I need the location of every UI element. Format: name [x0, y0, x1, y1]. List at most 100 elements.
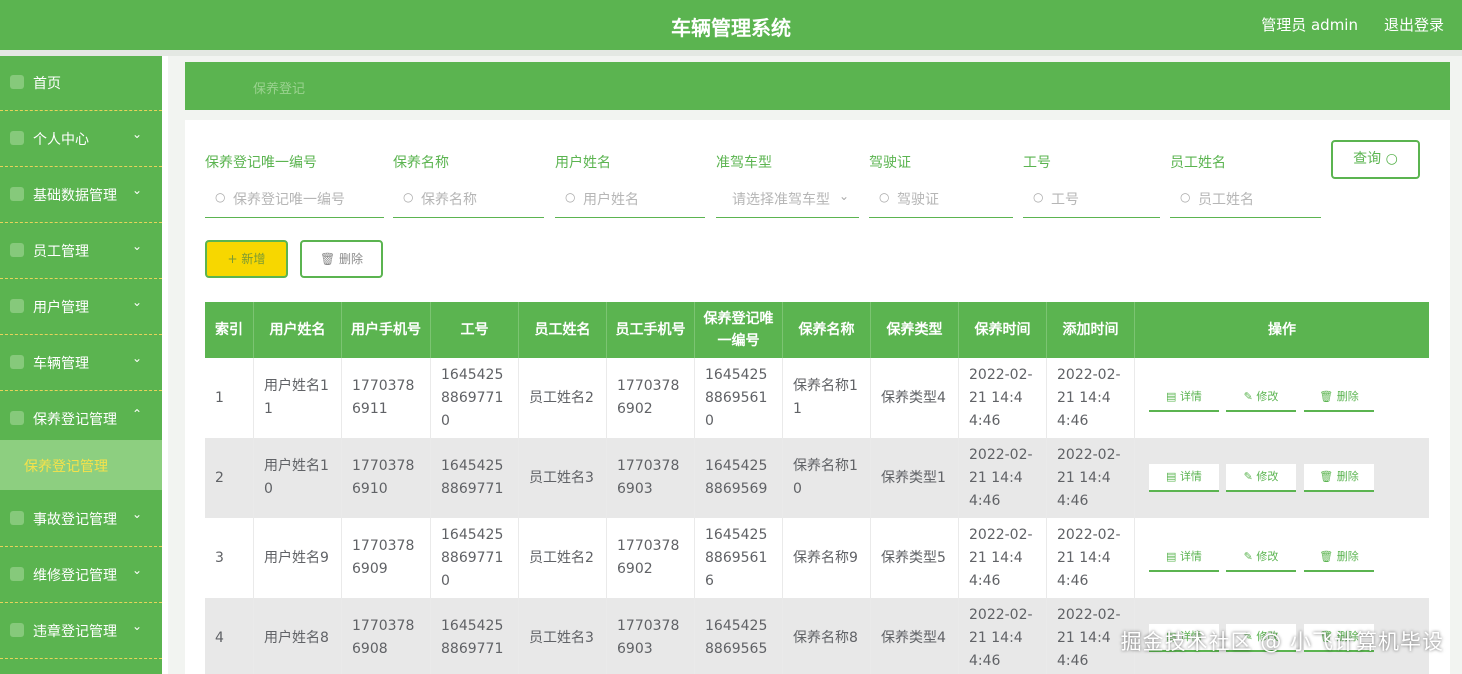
ticket-icon [10, 623, 24, 637]
column-header: 索引 [205, 302, 254, 358]
chevron-down-icon: ⌄ [131, 351, 142, 365]
sidebar-item-label: 员工管理 [33, 244, 89, 260]
license-type-select[interactable]: 请选择准驾车型 ⌄ [716, 182, 859, 218]
query-button[interactable]: 查询 ○ [1331, 140, 1420, 179]
driving-license-input[interactable]: ○ 驾驶证 [869, 182, 1013, 218]
column-header: 添加时间 [1047, 302, 1135, 358]
filter-label-employee-no: 工号 [1023, 155, 1051, 171]
plus-icon: + [227, 252, 242, 266]
delete-row-button[interactable]: 🗑 删除 [1304, 384, 1374, 412]
table-cell: 用户姓名9 [254, 518, 342, 598]
table-cell: 17703786909 [342, 518, 431, 598]
sidebar-item-staff[interactable]: 员工管理 ⌄ [0, 224, 162, 279]
table-cell: 2022-02-21 14:44:46 [959, 598, 1047, 674]
detail-label: 详情 [1179, 390, 1202, 403]
sidebar-item-label: 个人中心 [33, 132, 89, 148]
table-cell: 16454258869771 [431, 598, 519, 674]
search-icon: ○ [565, 190, 576, 204]
document-icon: ▤ [1166, 550, 1180, 563]
chevron-down-icon: ⌄ [131, 507, 142, 521]
row-actions: ▤ 详情 ✎ 修改 🗑 删除 [1135, 518, 1429, 598]
pencil-icon: ✎ [1243, 550, 1257, 563]
pencil-icon: ✎ [1243, 470, 1257, 483]
table-cell: 164542588697710 [431, 358, 519, 438]
sidebar-item-repairs[interactable]: 维修登记管理 ⌄ [0, 548, 162, 603]
sidebar-item-label: 首页 [33, 76, 61, 92]
delete-label: 删除 [1336, 390, 1359, 403]
edit-label: 修改 [1256, 470, 1279, 483]
sidebar-item-violations[interactable]: 违章登记管理 ⌄ [0, 604, 162, 659]
chevron-up-icon: ⌃ [131, 407, 142, 421]
search-icon: ○ [215, 190, 226, 204]
sidebar-subitem-maintenance-records[interactable]: 保养登记管理 [0, 440, 162, 490]
add-button[interactable]: + 新增 [205, 240, 288, 278]
chevron-down-icon: ⌄ [838, 189, 849, 203]
sidebar-item-label: 车辆管理 [33, 356, 89, 372]
table-cell: 2022-02-21 14:44:46 [1047, 358, 1135, 438]
sidebar-item-vehicles[interactable]: 车辆管理 ⌄ [0, 336, 162, 391]
sidebar-item-label: 维修登记管理 [33, 568, 117, 584]
table-cell: 3 [205, 518, 254, 598]
document-icon: ▤ [1166, 390, 1180, 403]
batch-delete-button[interactable]: 🗑 删除 [300, 240, 383, 278]
filter-label-license-type: 准驾车型 [716, 155, 772, 171]
employee-name-input[interactable]: ○ 员工姓名 [1170, 182, 1321, 218]
table-cell: 17703786903 [607, 598, 695, 674]
delete-row-button[interactable]: 🗑 删除 [1304, 544, 1374, 572]
user-name-input[interactable]: ○ 用户姓名 [555, 182, 705, 218]
top-header: 车辆管理系统 管理员 admin 退出登录 [0, 0, 1462, 50]
maintenance-name-input[interactable]: ○ 保养名称 [393, 182, 544, 218]
sidebar-item-profile[interactable]: 个人中心 ⌄ [0, 112, 162, 167]
sidebar-item-label: 用户管理 [33, 300, 89, 316]
filter-label-maintenance-name: 保养名称 [393, 155, 449, 171]
table-cell: 2022-02-21 14:44:46 [1047, 518, 1135, 598]
record-id-input[interactable]: ○ 保养登记唯一编号 [205, 182, 384, 218]
table-cell: 员工姓名2 [519, 358, 607, 438]
table-cell: 员工姓名3 [519, 598, 607, 674]
table-cell: 保养类型4 [871, 358, 959, 438]
edit-button[interactable]: ✎ 修改 [1226, 464, 1296, 492]
trash-icon: 🗑 [1319, 550, 1337, 563]
table-cell: 17703786903 [607, 438, 695, 518]
chevron-down-icon: ⌄ [131, 183, 142, 197]
breadcrumb-text: 保养登记 [253, 82, 306, 97]
query-button-label: 查询 [1353, 151, 1382, 167]
search-icon: ○ [879, 190, 890, 204]
grid-icon [10, 187, 24, 201]
table-cell: 164542588695616 [695, 518, 783, 598]
app-title: 车辆管理系统 [671, 16, 791, 40]
breadcrumb: 保养登记 [185, 62, 1450, 110]
employee-no-input[interactable]: ○ 工号 [1023, 182, 1160, 218]
delete-label: 删除 [1336, 550, 1359, 563]
table-cell: 17703786908 [342, 598, 431, 674]
delete-row-button[interactable]: 🗑 删除 [1304, 464, 1374, 492]
table-cell: 1 [205, 358, 254, 438]
column-header: 用户姓名 [254, 302, 342, 358]
sidebar-item-users[interactable]: 用户管理 ⌄ [0, 280, 162, 335]
sidebar-item-base-data[interactable]: 基础数据管理 ⌄ [0, 168, 162, 223]
sidebar-item-maintenance[interactable]: 保养登记管理 ⌃ [0, 392, 162, 447]
sidebar-item-accidents[interactable]: 事故登记管理 ⌄ [0, 492, 162, 547]
document-icon: ▤ [1166, 470, 1180, 483]
sidebar-item-home[interactable]: 首页 [0, 56, 162, 111]
trash-icon: 🗑 [1319, 470, 1337, 483]
edit-button[interactable]: ✎ 修改 [1226, 544, 1296, 572]
detail-button[interactable]: ▤ 详情 [1149, 384, 1219, 412]
logout-link[interactable]: 退出登录 [1384, 14, 1444, 35]
chevron-down-icon: ⌄ [131, 563, 142, 577]
sidebar-item-label: 保养登记管理 [33, 412, 117, 428]
input-placeholder: 用户姓名 [583, 192, 639, 208]
table-row: 2 用户姓名10 17703786910 16454258869771 员工姓名… [205, 438, 1429, 518]
detail-label: 详情 [1179, 470, 1202, 483]
chevron-down-icon: ⌄ [131, 619, 142, 633]
table-cell: 用户姓名11 [254, 358, 342, 438]
column-header: 工号 [431, 302, 519, 358]
detail-button[interactable]: ▤ 详情 [1149, 464, 1219, 492]
detail-button[interactable]: ▤ 详情 [1149, 544, 1219, 572]
input-placeholder: 驾驶证 [897, 192, 939, 208]
column-header: 员工姓名 [519, 302, 607, 358]
column-header: 用户手机号 [342, 302, 431, 358]
admin-user-label: 管理员 admin [1261, 16, 1358, 34]
select-placeholder: 请选择准驾车型 [732, 192, 830, 208]
edit-button[interactable]: ✎ 修改 [1226, 384, 1296, 412]
